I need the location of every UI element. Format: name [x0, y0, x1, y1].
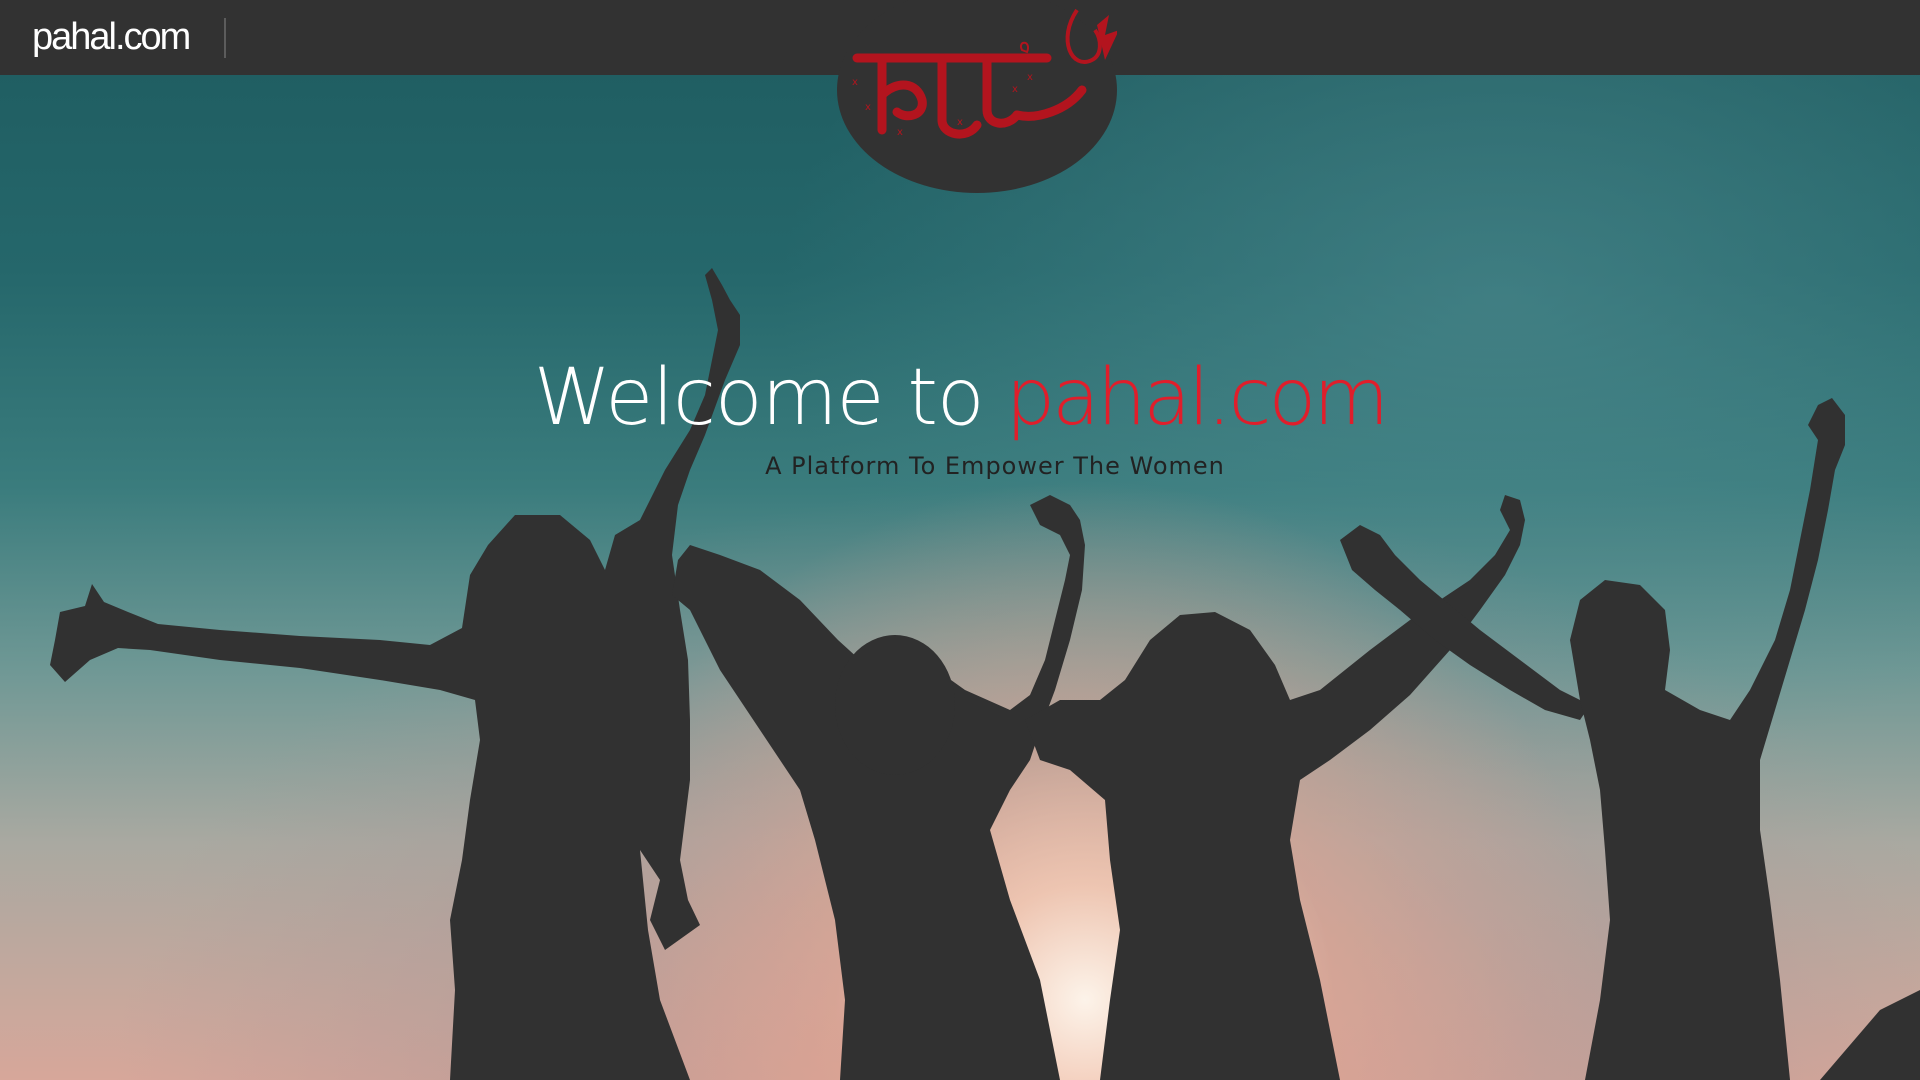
welcome-heading: Welcome to pahal.com — [0, 350, 1920, 446]
silhouette-person-2 — [672, 495, 1085, 1080]
silhouette-person-4 — [1570, 398, 1845, 1080]
svg-text:x: x — [865, 102, 871, 113]
svg-text:x: x — [1027, 72, 1033, 83]
pahal-hindi-logo-icon[interactable]: xxx xxx — [837, 0, 1117, 193]
welcome-brand: pahal.com — [1005, 353, 1390, 443]
welcome-prefix: Welcome to — [533, 353, 985, 443]
svg-text:x: x — [1012, 84, 1018, 95]
svg-text:x: x — [852, 77, 858, 88]
svg-text:x: x — [957, 117, 963, 128]
svg-text:x: x — [897, 127, 903, 138]
navbar-divider — [224, 18, 226, 58]
brand-logo-text[interactable]: pahal.com — [32, 12, 191, 62]
welcome-section: Welcome to pahal.com A Platform To Empowe… — [0, 350, 1920, 480]
tagline: A Platform To Empower The Women — [765, 452, 1225, 480]
silhouette-person-3 — [1025, 495, 1525, 1080]
